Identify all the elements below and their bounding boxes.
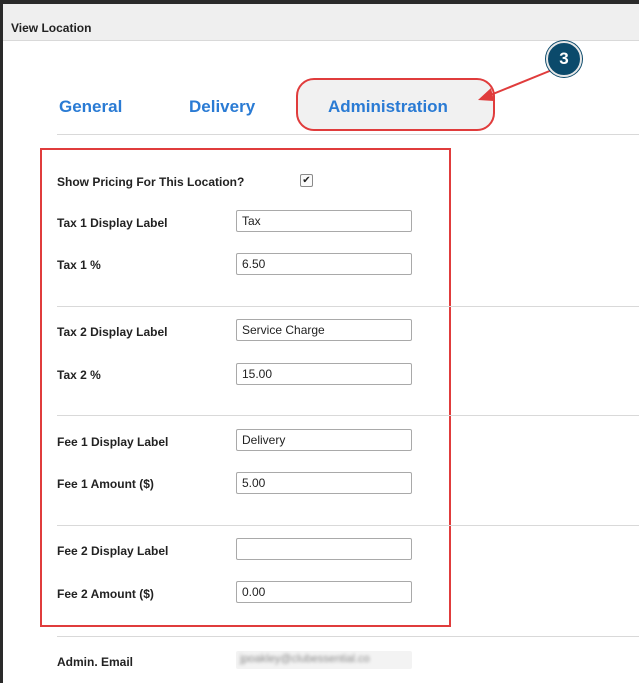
- tax1-display-label-label: Tax 1 Display Label: [57, 216, 168, 230]
- step-callout-badge: 3: [546, 41, 582, 77]
- tax1-display-label-input[interactable]: Tax: [236, 210, 412, 232]
- fee2-display-label-label: Fee 2 Display Label: [57, 544, 169, 558]
- show-pricing-label: Show Pricing For This Location?: [57, 175, 245, 189]
- section-divider: [57, 636, 639, 637]
- fee1-amount-label: Fee 1 Amount ($): [57, 477, 154, 491]
- fee2-amount-label: Fee 2 Amount ($): [57, 587, 154, 601]
- section-divider: [57, 525, 639, 526]
- tax2-percent-input[interactable]: 15.00: [236, 363, 412, 385]
- fee1-display-label-label: Fee 1 Display Label: [57, 435, 169, 449]
- section-divider: [57, 306, 639, 307]
- fee2-amount-input[interactable]: 0.00: [236, 581, 412, 603]
- tax2-percent-label: Tax 2 %: [57, 368, 101, 382]
- fee2-display-label-input[interactable]: [236, 538, 412, 560]
- admin-email-label: Admin. Email: [57, 655, 134, 669]
- tax1-percent-input[interactable]: 6.50: [236, 253, 412, 275]
- tax1-percent-label: Tax 1 %: [57, 258, 101, 272]
- fee1-amount-input[interactable]: 5.00: [236, 472, 412, 494]
- admin-email-field[interactable]: jpoakley@clubessential.co: [236, 651, 412, 669]
- fee1-display-label-input[interactable]: Delivery: [236, 429, 412, 451]
- section-divider: [57, 415, 639, 416]
- admin-email-value: jpoakley@clubessential.co: [240, 653, 370, 665]
- tax2-display-label-label: Tax 2 Display Label: [57, 325, 168, 339]
- show-pricing-checkbox[interactable]: ✔: [300, 174, 313, 187]
- tax2-display-label-input[interactable]: Service Charge: [236, 319, 412, 341]
